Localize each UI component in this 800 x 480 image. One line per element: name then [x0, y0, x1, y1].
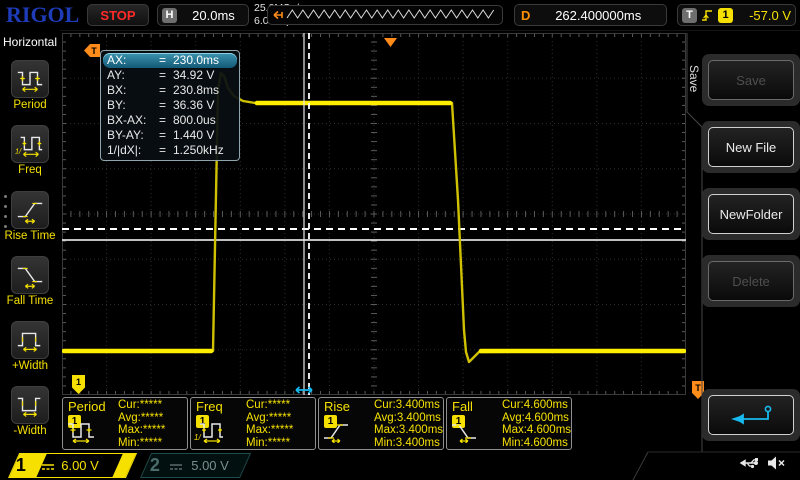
dc-coupling-icon	[169, 460, 183, 478]
delay-value: 262.400000ms	[536, 8, 660, 23]
channel2-number: 2	[150, 455, 160, 476]
svg-text:1/: 1/	[15, 146, 22, 155]
measurement-values: Cur:***** Avg:***** Max:***** Min:*****	[246, 399, 293, 449]
trigger-box[interactable]: T 1 -57.0 V	[677, 4, 796, 26]
left-function-menu: Horizontal Period 1/ Freq	[0, 30, 60, 452]
trigger-level-value: -57.0 V	[737, 8, 791, 23]
delay-box[interactable]: D 262.400000ms	[514, 4, 667, 26]
save-button[interactable]: Save	[708, 60, 794, 100]
trigger-source-badge: 1	[718, 8, 733, 23]
run-stop-indicator[interactable]: STOP	[87, 4, 149, 26]
dc-coupling-icon	[41, 460, 55, 478]
measurement-period[interactable]: Period 1 Cur:***** Avg:***** Max:***** M…	[62, 397, 188, 450]
top-status-bar: RIGOL STOP H 20.0ms 25.0MSa/s 6.00M pts …	[0, 0, 800, 31]
cursor-row-inv-dx[interactable]: 1/|dX|:=1.250kHz	[103, 143, 237, 158]
minus-width-icon	[11, 386, 49, 424]
channel2-tab[interactable]: 2 5.00 V	[140, 453, 251, 478]
delay-badge: D	[521, 8, 530, 23]
fall-meas-icon	[450, 419, 496, 448]
measurement-rise[interactable]: Rise 1 Cur:3.400ms Avg:3.400ms Max:3.400…	[318, 397, 444, 450]
rising-edge-trigger-icon	[701, 8, 714, 23]
plus-width-icon	[11, 321, 49, 359]
new-folder-button[interactable]: NewFolder	[708, 194, 794, 234]
back-button[interactable]	[708, 395, 794, 435]
freq-meas-icon: 1/	[194, 419, 240, 448]
menu-item-rise-time[interactable]: Rise Time	[0, 191, 60, 242]
cursor-row-bx[interactable]: BX:=230.8ms	[103, 83, 237, 98]
status-icons	[737, 455, 786, 471]
pan-left-arrow-icon	[274, 12, 282, 19]
cursor-row-ay[interactable]: AY:=34.92 V	[103, 68, 237, 83]
channel2-scale: 5.00 V	[191, 458, 229, 473]
channel1-scale: 6.00 V	[61, 458, 99, 473]
cursor-row-byay[interactable]: BY-AY:=1.440 V	[103, 128, 237, 143]
measurement-values: Cur:***** Avg:***** Max:***** Min:*****	[118, 399, 165, 449]
waveform-memory-preview[interactable]	[267, 5, 503, 25]
memory-wave-icon	[271, 7, 499, 23]
left-menu-title: Horizontal	[0, 35, 60, 49]
cursor-measurement-panel[interactable]: AX:=230.0ms AY:=34.92 V BX:=230.8ms BY:=…	[100, 50, 240, 161]
measurement-fall[interactable]: Fall 1 Cur:4.600ms Avg:4.600ms Max:4.600…	[446, 397, 572, 450]
menu-item-fall-time[interactable]: Fall Time	[0, 256, 60, 307]
timebase-value: 20.0ms	[183, 8, 244, 23]
delete-button[interactable]: Delete	[708, 261, 794, 301]
cursor-row-ax[interactable]: AX:=230.0ms	[103, 53, 237, 68]
speaker-muted-icon	[767, 455, 786, 471]
cursor-row-bxax[interactable]: BX-AX:=800.0us	[103, 113, 237, 128]
period-meas-icon	[66, 419, 112, 448]
svg-text:1/: 1/	[194, 433, 201, 442]
channel1-tab[interactable]: 1 6.00 V	[8, 453, 137, 478]
oscilloscope-screen: RIGOL STOP H 20.0ms 25.0MSa/s 6.00M pts …	[0, 0, 800, 480]
brand-logo: RIGOL	[6, 2, 79, 28]
usb-icon	[737, 455, 759, 471]
menu-item-minus-width[interactable]: -Width	[0, 386, 60, 437]
measurement-values: Cur:3.400ms Avg:3.400ms Max:3.400ms Min:…	[374, 399, 443, 449]
channel1-number: 1	[16, 455, 26, 476]
menu-item-period[interactable]: Period	[0, 60, 60, 111]
menu-item-freq[interactable]: 1/ Freq	[0, 125, 60, 176]
channel1-endcap	[112, 454, 135, 477]
right-menu-tab-save: Save	[687, 56, 701, 102]
rise-meas-icon	[322, 419, 368, 448]
new-file-button[interactable]: New File	[708, 127, 794, 167]
fall-time-icon	[11, 256, 49, 294]
measurement-values: Cur:4.600ms Avg:4.600ms Max:4.600ms Min:…	[502, 399, 571, 449]
horizontal-scale-box[interactable]: H 20.0ms	[157, 4, 249, 26]
cursor-row-by[interactable]: BY:=36.36 V	[103, 98, 237, 113]
period-icon	[11, 60, 49, 98]
measurement-freq[interactable]: Freq 1 1/ Cur:***** Avg:***** Max:***** …	[190, 397, 316, 450]
freq-icon: 1/	[11, 125, 49, 163]
return-arrow-icon	[721, 404, 781, 426]
trigger-badge: T	[682, 8, 697, 23]
rise-time-icon	[11, 191, 49, 229]
horizontal-badge: H	[162, 8, 177, 23]
menu-item-plus-width[interactable]: +Width	[0, 321, 60, 372]
